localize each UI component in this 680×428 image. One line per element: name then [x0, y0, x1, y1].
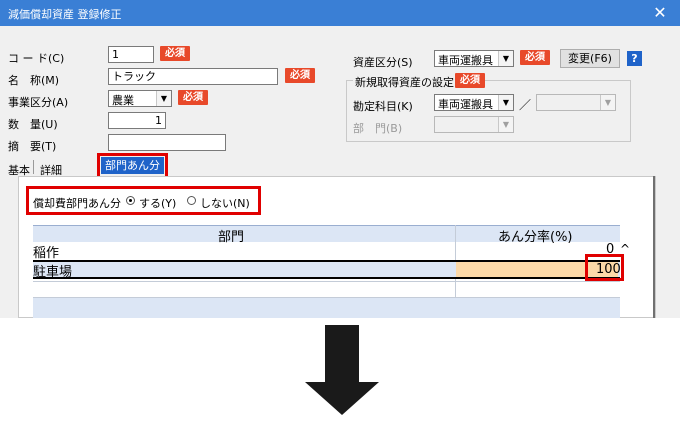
- business-select[interactable]: 農業 ▼: [108, 90, 172, 107]
- account-label: 勘定科目(K): [353, 100, 413, 113]
- row-divider: [33, 281, 620, 282]
- dept-select: ▼: [434, 116, 514, 133]
- rate-highlight-box: [585, 254, 624, 281]
- sub-account-select: ▼: [536, 94, 616, 111]
- code-required-badge: 必須: [160, 46, 190, 61]
- name-input[interactable]: トラック: [108, 68, 278, 85]
- category-required-badge: 必須: [520, 50, 550, 65]
- row-dept-selected[interactable]: 駐車場: [33, 261, 72, 280]
- down-arrow-stem: [325, 325, 359, 383]
- chevron-down-icon: ▼: [600, 95, 615, 110]
- summary-label: 摘 要(T): [8, 140, 57, 153]
- tab-divider: [33, 160, 34, 174]
- quantity-input[interactable]: 1: [108, 112, 166, 129]
- slash-separator: ／: [519, 98, 532, 112]
- chevron-down-icon[interactable]: ▼: [156, 91, 171, 106]
- change-button[interactable]: 変更(F6): [560, 49, 620, 68]
- close-icon[interactable]: ✕: [649, 2, 671, 24]
- group-required-badge: 必須: [455, 73, 485, 88]
- account-select[interactable]: 車両運搬具 ▼: [434, 94, 514, 111]
- down-arrow-icon: [305, 382, 379, 415]
- code-input[interactable]: 1: [108, 46, 154, 63]
- col-header-dept: 部門: [218, 230, 245, 245]
- radio-no-label[interactable]: しない(N): [200, 195, 250, 211]
- tab-dept-alloc[interactable]: 部門あん分: [101, 157, 164, 174]
- help-icon[interactable]: ?: [627, 51, 642, 66]
- chevron-down-icon[interactable]: ▼: [498, 95, 513, 110]
- business-required-badge: 必須: [178, 90, 208, 105]
- category-select[interactable]: 車両運搬具 ▼: [434, 50, 514, 67]
- col-header-rate: あん分率(%): [498, 230, 573, 245]
- name-label: 名 称(M): [8, 74, 60, 87]
- dept-label: 部 門(B): [353, 122, 403, 135]
- title-bar: 減価償却資産 登録修正 ✕: [0, 0, 680, 26]
- summary-input[interactable]: [108, 134, 226, 151]
- chevron-down-icon[interactable]: ▼: [498, 51, 513, 66]
- radio-no[interactable]: [187, 196, 196, 205]
- category-label: 資産区分(S): [353, 56, 413, 69]
- alloc-question: 償却費部門あん分: [33, 197, 121, 210]
- name-required-badge: 必須: [285, 68, 315, 83]
- category-value: 車両運搬具: [438, 54, 493, 67]
- row-dept[interactable]: 稲作: [33, 242, 59, 261]
- code-label: コ ー ド(C): [8, 52, 65, 65]
- group-title: 新規取得資産の設定: [353, 74, 456, 90]
- account-value: 車両運搬具: [438, 98, 493, 111]
- radio-yes[interactable]: [126, 196, 135, 205]
- chevron-down-icon: ▼: [498, 117, 513, 132]
- empty-row: [33, 297, 620, 318]
- radio-yes-label[interactable]: する(Y): [139, 195, 176, 211]
- window-title: 減価償却資産 登録修正: [8, 8, 122, 21]
- business-value: 農業: [112, 94, 134, 107]
- business-label: 事業区分(A): [8, 96, 69, 109]
- panel-right-edge: [653, 176, 655, 318]
- quantity-label: 数 量(U): [8, 118, 58, 131]
